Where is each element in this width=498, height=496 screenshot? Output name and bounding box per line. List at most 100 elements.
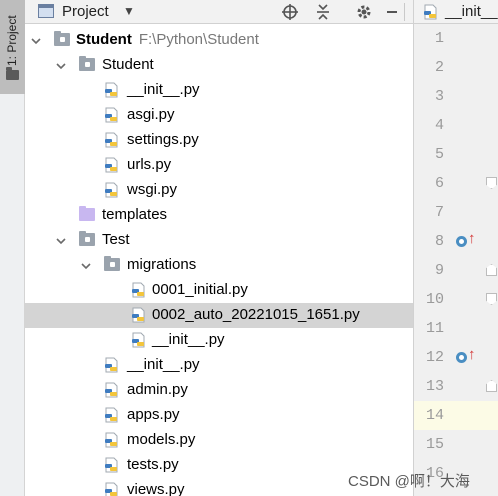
gutter-line: 10	[414, 285, 498, 314]
project-window-icon	[38, 4, 54, 18]
tree-item-label: Test	[102, 231, 130, 248]
templates-folder-icon	[79, 206, 95, 221]
python-file-icon	[104, 482, 119, 496]
tree-item-label: __init__.py	[152, 331, 225, 348]
fold-marker-icon[interactable]	[486, 293, 497, 305]
editor-gutter: 1 2 3 4 5 6 7 8 ↑ 9 10 11 12 ↑ 13 14 15 16	[413, 24, 498, 496]
project-header: Project ▼	[25, 0, 413, 24]
tree-row[interactable]: asgi.py	[25, 103, 413, 128]
tree-row[interactable]: Student F:\Python\Student	[25, 28, 413, 53]
python-file-icon	[131, 282, 146, 298]
line-number: 7	[434, 204, 444, 221]
tool-tab-project[interactable]: 1: Project	[0, 0, 25, 94]
tree-item-label: migrations	[127, 256, 197, 273]
tree-row[interactable]: __init__.py	[25, 353, 413, 378]
expand-arrow-icon[interactable]	[31, 36, 41, 46]
package-folder-icon	[104, 256, 120, 271]
gutter-line: 8 ↑	[414, 227, 498, 256]
tree-item-label: tests.py	[127, 456, 179, 473]
gutter-line: 13	[414, 372, 498, 401]
gutter-line: 3	[414, 82, 498, 111]
tree-item-label: apps.py	[127, 406, 180, 423]
expand-arrow-icon[interactable]	[81, 261, 91, 271]
gutter-line: 15	[414, 430, 498, 459]
tree-item-label: 0001_initial.py	[152, 281, 248, 298]
tree-row[interactable]: apps.py	[25, 403, 413, 428]
package-folder-icon	[54, 31, 70, 46]
line-number: 3	[434, 88, 444, 105]
gutter-line: 9	[414, 256, 498, 285]
fold-marker-icon[interactable]	[486, 380, 497, 392]
gutter-line: 4	[414, 111, 498, 140]
tree-item-label: models.py	[127, 431, 196, 448]
tree-item-label: __init__.py	[127, 81, 200, 98]
gear-icon[interactable]	[353, 1, 375, 23]
line-number: 1	[434, 30, 444, 47]
tree-row[interactable]: templates	[25, 203, 413, 228]
tool-tab-label: 1: Project	[5, 15, 19, 66]
tree-row[interactable]: migrations	[25, 253, 413, 278]
chevron-down-icon[interactable]: ▼	[123, 4, 135, 18]
tree-row[interactable]: wsgi.py	[25, 178, 413, 203]
collapse-all-icon[interactable]	[312, 1, 334, 23]
line-number: 15	[425, 436, 444, 453]
tree-item-label: admin.py	[127, 381, 188, 398]
python-file-icon	[423, 4, 438, 20]
override-marker-icon[interactable]	[456, 352, 467, 363]
locate-icon[interactable]	[279, 1, 301, 23]
tree-item-label: __init__.py	[127, 356, 200, 373]
overrides-arrow-icon[interactable]: ↑	[468, 230, 476, 247]
python-file-icon	[104, 357, 119, 373]
expand-arrow-icon[interactable]	[56, 236, 66, 246]
override-marker-icon[interactable]	[456, 236, 467, 247]
editor-tab-label[interactable]: __init__.py	[445, 3, 498, 20]
gutter-line: 7	[414, 198, 498, 227]
line-number: 14	[425, 407, 444, 424]
tree-item-label: Student	[102, 56, 154, 73]
python-file-icon	[104, 157, 119, 173]
line-number: 10	[425, 291, 444, 308]
fold-marker-icon[interactable]	[486, 177, 497, 189]
tree-item-label: 0002_auto_20221015_1651.py	[152, 306, 360, 323]
line-number: 8	[434, 233, 444, 250]
tool-window-strip: 1: Project	[0, 0, 25, 496]
tree-row[interactable]: settings.py	[25, 128, 413, 153]
package-folder-icon	[79, 231, 95, 246]
tree-row[interactable]: Student	[25, 53, 413, 78]
gutter-line: 6	[414, 169, 498, 198]
line-number: 9	[434, 262, 444, 279]
overrides-arrow-icon[interactable]: ↑	[468, 346, 476, 363]
project-tree: Student F:\Python\Student Student __init__.…	[25, 28, 413, 496]
tree-row[interactable]: admin.py	[25, 378, 413, 403]
python-file-icon	[131, 332, 146, 348]
line-number: 2	[434, 59, 444, 76]
expand-arrow-icon[interactable]	[56, 61, 66, 71]
fold-marker-icon[interactable]	[486, 264, 497, 276]
line-number: 11	[425, 320, 444, 337]
minimize-icon[interactable]	[381, 1, 403, 23]
gutter-line: 14	[414, 401, 498, 430]
python-file-icon	[104, 382, 119, 398]
tree-row[interactable]: Test	[25, 228, 413, 253]
project-path: F:\Python\Student	[138, 31, 259, 48]
tree-item-label: templates	[102, 206, 168, 223]
line-number: 5	[434, 146, 444, 163]
tree-row[interactable]: 0002_auto_20221015_1651.py	[25, 303, 413, 328]
package-folder-icon	[79, 56, 95, 71]
python-file-icon	[104, 132, 119, 148]
header-divider	[404, 3, 405, 21]
tree-row[interactable]: __init__.py	[25, 328, 413, 353]
folder-icon	[6, 67, 19, 80]
python-file-icon	[104, 432, 119, 448]
python-file-icon	[104, 82, 119, 98]
python-file-icon	[104, 107, 119, 123]
tree-row[interactable]: __init__.py	[25, 78, 413, 103]
tree-row[interactable]: urls.py	[25, 153, 413, 178]
tree-row[interactable]: 0001_initial.py	[25, 278, 413, 303]
tree-row[interactable]: models.py	[25, 428, 413, 453]
line-number: 13	[425, 378, 444, 395]
tree-item-label: wsgi.py	[127, 181, 178, 198]
project-view-selector[interactable]: Project	[62, 3, 109, 20]
tree-item-label: urls.py	[127, 156, 172, 173]
python-file-icon	[104, 407, 119, 423]
